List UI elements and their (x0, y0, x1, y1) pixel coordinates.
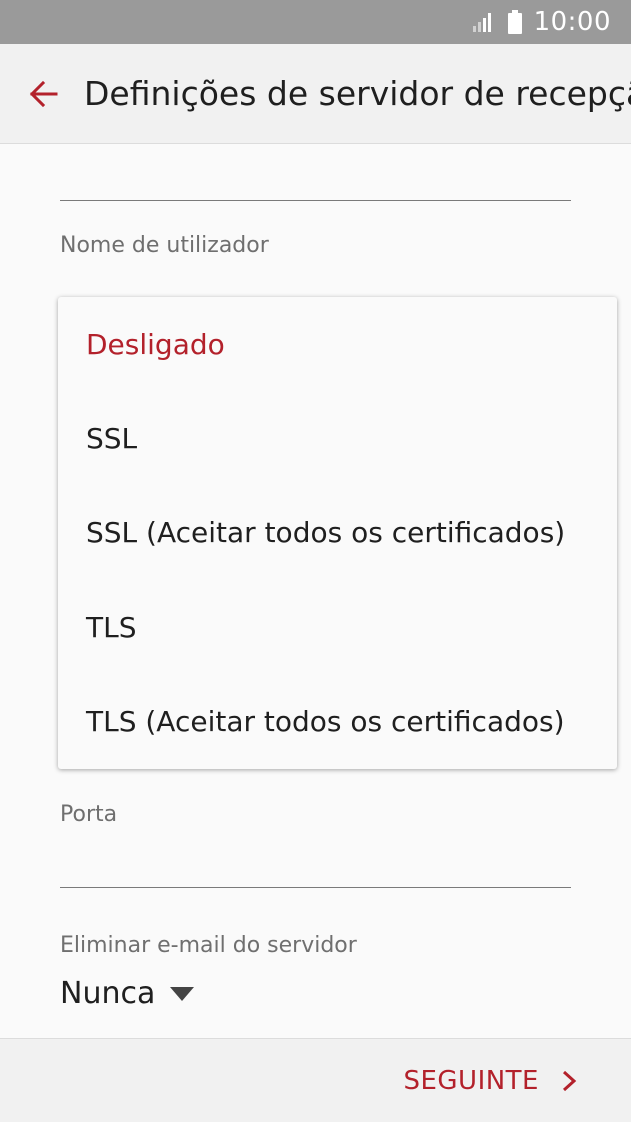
chevron-right-icon (562, 1070, 577, 1092)
caret-down-icon (170, 986, 195, 1001)
arrow-left-icon[interactable] (28, 79, 58, 109)
page-title: Definições de servidor de recepção (84, 74, 631, 113)
menu-item-tls[interactable]: TLS (58, 580, 617, 674)
menu-item-desligado[interactable]: Desligado (58, 297, 617, 391)
next-button-label: SEGUINTE (403, 1066, 539, 1096)
delete-email-label: Eliminar e-mail do servidor (60, 933, 357, 958)
signal-icon (472, 13, 491, 32)
port-input[interactable] (60, 887, 571, 888)
security-type-menu: Desligado SSL SSL (Aceitar todos os cert… (58, 297, 617, 769)
delete-email-dropdown[interactable]: Nunca (60, 976, 195, 1011)
status-time: 10:00 (533, 7, 611, 37)
input-underline[interactable] (60, 200, 571, 201)
status-bar: 10:00 (0, 0, 631, 44)
delete-email-value: Nunca (60, 976, 156, 1011)
port-label: Porta (60, 802, 118, 827)
app-bar: Definições de servidor de recepção (0, 44, 631, 144)
next-button[interactable]: SEGUINTE (403, 1039, 579, 1122)
menu-item-ssl-all-certs[interactable]: SSL (Aceitar todos os certificados) (58, 486, 617, 580)
battery-icon (507, 10, 522, 34)
bottom-bar: SEGUINTE (0, 1038, 631, 1122)
menu-item-tls-all-certs[interactable]: TLS (Aceitar todos os certificados) (58, 675, 617, 769)
username-label: Nome de utilizador (60, 233, 269, 258)
menu-item-ssl[interactable]: SSL (58, 391, 617, 485)
